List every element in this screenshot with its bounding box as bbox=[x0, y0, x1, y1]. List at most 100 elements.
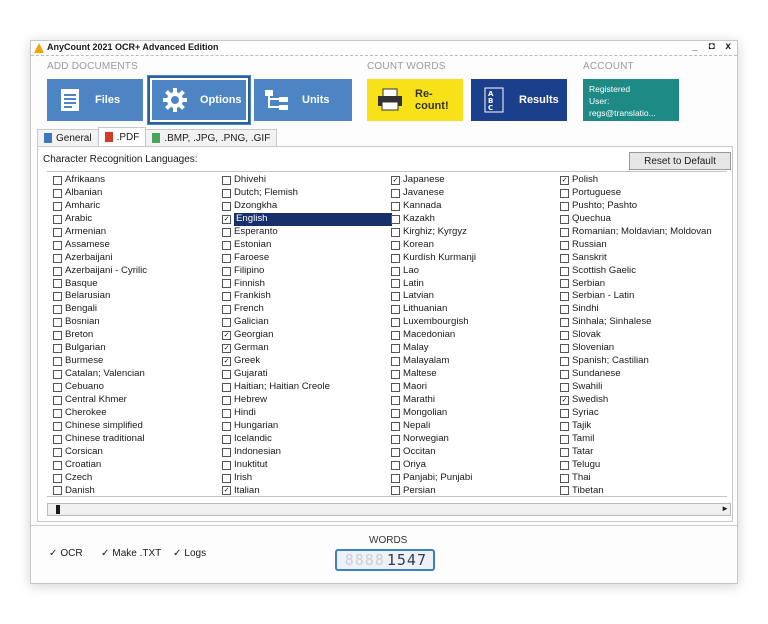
language-checkbox[interactable] bbox=[53, 305, 62, 315]
language-checkbox[interactable] bbox=[222, 460, 231, 470]
language-item[interactable]: Malayalam bbox=[391, 355, 561, 368]
language-checkbox[interactable] bbox=[53, 434, 62, 444]
tab-images[interactable]: .BMP, .JPG, .PNG, .GIF bbox=[145, 129, 278, 146]
language-item[interactable]: Scottish Gaelic bbox=[560, 265, 730, 278]
language-checkbox[interactable] bbox=[222, 395, 231, 405]
language-item[interactable]: Tatar bbox=[560, 446, 730, 459]
language-item[interactable]: Tajik bbox=[560, 420, 730, 433]
language-item[interactable]: Catalan; Valencian bbox=[53, 368, 223, 381]
language-item[interactable]: Central Khmer bbox=[53, 394, 223, 407]
language-item[interactable]: Lao bbox=[391, 265, 561, 278]
language-item[interactable]: Belarusian bbox=[53, 290, 223, 303]
language-item[interactable]: Maori bbox=[391, 381, 561, 394]
language-checkbox[interactable] bbox=[560, 434, 569, 444]
language-item[interactable]: Portuguese bbox=[560, 187, 730, 200]
language-item[interactable]: ✓ Greek bbox=[222, 355, 392, 368]
horizontal-scrollbar[interactable]: ► bbox=[47, 503, 731, 516]
logs-option[interactable]: ✓ Logs bbox=[173, 548, 206, 559]
scroll-right-arrow-icon[interactable]: ► bbox=[721, 504, 729, 513]
language-item[interactable]: French bbox=[222, 303, 392, 316]
language-item[interactable]: ✓ Swedish bbox=[560, 394, 730, 407]
language-item[interactable]: Lithuanian bbox=[391, 303, 561, 316]
language-checkbox[interactable] bbox=[391, 214, 400, 224]
language-item[interactable]: Malay bbox=[391, 342, 561, 355]
files-button[interactable]: Files bbox=[47, 79, 143, 121]
language-item[interactable]: Breton bbox=[53, 329, 223, 342]
language-checkbox[interactable] bbox=[53, 486, 62, 496]
language-checkbox[interactable]: ✓ bbox=[560, 175, 569, 185]
language-item[interactable]: Haitian; Haitian Creole bbox=[222, 381, 392, 394]
language-checkbox[interactable] bbox=[391, 357, 400, 367]
language-item[interactable]: ✓ Georgian bbox=[222, 329, 392, 342]
language-checkbox[interactable] bbox=[53, 266, 62, 276]
language-checkbox[interactable] bbox=[391, 331, 400, 341]
language-checkbox[interactable] bbox=[222, 240, 231, 250]
language-checkbox[interactable] bbox=[391, 460, 400, 470]
language-item[interactable]: Afrikaans bbox=[53, 174, 223, 187]
language-checkbox[interactable] bbox=[391, 382, 400, 392]
language-item[interactable]: Mongolian bbox=[391, 407, 561, 420]
language-item[interactable]: Dzongkha bbox=[222, 200, 392, 213]
language-item[interactable]: Sindhi bbox=[560, 303, 730, 316]
language-item[interactable]: Irish bbox=[222, 472, 392, 485]
language-item[interactable]: Czech bbox=[53, 472, 223, 485]
language-checkbox[interactable] bbox=[560, 460, 569, 470]
language-item[interactable]: Albanian bbox=[53, 187, 223, 200]
language-item[interactable]: Hungarian bbox=[222, 420, 392, 433]
language-item[interactable]: ✓ English bbox=[222, 212, 392, 226]
language-checkbox[interactable] bbox=[391, 266, 400, 276]
language-checkbox[interactable] bbox=[53, 421, 62, 431]
language-item[interactable]: Latvian bbox=[391, 290, 561, 303]
language-checkbox[interactable] bbox=[560, 318, 569, 328]
language-item[interactable]: ✓ Italian bbox=[222, 485, 392, 498]
language-checkbox[interactable] bbox=[560, 253, 569, 263]
language-checkbox[interactable] bbox=[53, 240, 62, 250]
language-checkbox[interactable] bbox=[391, 370, 400, 380]
language-item[interactable]: ✓ German bbox=[222, 342, 392, 355]
language-item[interactable]: Luxembourgish bbox=[391, 316, 561, 329]
language-item[interactable]: Panjabi; Punjabi bbox=[391, 472, 561, 485]
language-checkbox[interactable] bbox=[391, 344, 400, 354]
language-item[interactable]: Serbian bbox=[560, 278, 730, 291]
language-item[interactable]: Bosnian bbox=[53, 316, 223, 329]
language-checkbox[interactable] bbox=[53, 357, 62, 367]
language-item[interactable]: Kirghiz; Kyrgyz bbox=[391, 226, 561, 239]
language-checkbox[interactable] bbox=[391, 279, 400, 289]
language-item[interactable]: Finnish bbox=[222, 278, 392, 291]
language-checkbox[interactable] bbox=[222, 421, 231, 431]
language-item[interactable]: Kazakh bbox=[391, 213, 561, 226]
language-item[interactable]: Basque bbox=[53, 278, 223, 291]
language-checkbox[interactable]: ✓ bbox=[391, 175, 400, 185]
language-item[interactable]: Kannada bbox=[391, 200, 561, 213]
units-button[interactable]: Units bbox=[254, 79, 352, 121]
language-item[interactable]: Burmese bbox=[53, 355, 223, 368]
language-checkbox[interactable] bbox=[222, 382, 231, 392]
language-checkbox[interactable] bbox=[560, 279, 569, 289]
language-item[interactable]: Dutch; Flemish bbox=[222, 187, 392, 200]
language-item[interactable]: Croatian bbox=[53, 459, 223, 472]
language-checkbox[interactable] bbox=[53, 370, 62, 380]
language-item[interactable]: Serbian - Latin bbox=[560, 290, 730, 303]
language-checkbox[interactable] bbox=[53, 460, 62, 470]
language-checkbox[interactable] bbox=[53, 473, 62, 483]
language-item[interactable]: Hindi bbox=[222, 407, 392, 420]
language-item[interactable]: Armenian bbox=[53, 226, 223, 239]
language-item[interactable]: Romanian; Moldavian; Moldovan bbox=[560, 226, 730, 239]
language-checkbox[interactable] bbox=[53, 214, 62, 224]
language-item[interactable]: Persian bbox=[391, 485, 561, 498]
language-item[interactable]: Javanese bbox=[391, 187, 561, 200]
language-checkbox[interactable]: ✓ bbox=[222, 357, 231, 367]
language-item[interactable]: Cherokee bbox=[53, 407, 223, 420]
language-item[interactable]: Russian bbox=[560, 239, 730, 252]
language-item[interactable]: Sundanese bbox=[560, 368, 730, 381]
ocr-checkmark-icon[interactable]: ✓ bbox=[49, 548, 57, 559]
language-checkbox[interactable] bbox=[53, 331, 62, 341]
language-checkbox[interactable] bbox=[53, 408, 62, 418]
language-item[interactable]: Quechua bbox=[560, 213, 730, 226]
language-checkbox[interactable] bbox=[560, 331, 569, 341]
language-item[interactable]: Chinese simplified bbox=[53, 420, 223, 433]
language-item[interactable]: Sinhala; Sinhalese bbox=[560, 316, 730, 329]
language-checkbox[interactable] bbox=[560, 201, 569, 211]
language-checkbox[interactable] bbox=[391, 434, 400, 444]
language-item[interactable]: Faroese bbox=[222, 252, 392, 265]
